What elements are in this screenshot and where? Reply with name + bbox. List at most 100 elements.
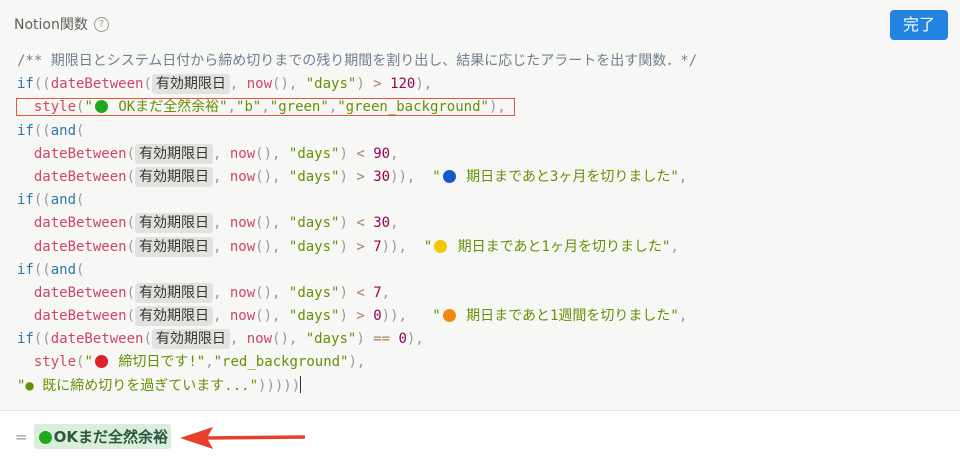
property-chip: 有効期限日 (151, 329, 230, 350)
code-punctuation: (( (33, 76, 51, 93)
code-line: dateBetween(有効期限日, now(), "days") < 90, (17, 143, 697, 166)
code-punctuation: (( (33, 261, 51, 278)
code-string: "● 既に締め切りを過ぎています..." (17, 377, 259, 394)
code-punctuation: , (213, 168, 230, 185)
code-punctuation: ( (143, 76, 152, 93)
code-punctuation: , (213, 145, 230, 162)
code-operator: > (356, 168, 365, 185)
code-line-content: if((and( (17, 262, 84, 278)
code-punctuation: , (213, 215, 230, 232)
code-string: "green_background" (337, 99, 489, 116)
editor-header: Notion関数 ? (14, 14, 109, 34)
code-punctuation: (( (33, 122, 51, 139)
code-string: "days" (288, 238, 340, 255)
code-punctuation (365, 285, 373, 301)
code-punctuation: (), (272, 76, 306, 93)
code-punctuation: , (328, 99, 338, 116)
code-operator: > (356, 238, 365, 255)
code-punctuation: , (381, 284, 391, 301)
code-line-content: style(" 締切日です!","red_background"), (17, 354, 365, 370)
code-punctuation: , (390, 215, 399, 232)
code-line: dateBetween(有効期限日, now(), "days") > 7)),… (17, 236, 697, 259)
code-punctuation: ) (356, 76, 374, 93)
formula-result: = OKまだ全然余裕 (15, 424, 171, 449)
code-function: now (229, 284, 256, 301)
code-function: dateBetween (33, 215, 127, 232)
code-string: OKまだ全然余裕" (109, 99, 228, 116)
code-keyword: and (50, 261, 77, 278)
code-punctuation: ( (143, 331, 152, 348)
code-function: dateBetween (50, 76, 144, 93)
code-line: if((and( (17, 259, 697, 282)
code-operator: < (356, 145, 365, 162)
code-punctuation (365, 146, 373, 162)
property-chip: 有効期限日 (135, 213, 214, 234)
editor-title: Notion関数 (14, 17, 88, 33)
highlight-box: style(" OKまだ全然余裕","b","green","green_bac… (15, 98, 516, 117)
code-string: "days" (305, 331, 357, 348)
code-line: dateBetween(有効期限日, now(), "days") < 30, (17, 212, 697, 235)
code-punctuation: ( (76, 122, 85, 139)
code-punctuation: ), (406, 331, 424, 348)
code-string: "red_background" (213, 354, 349, 371)
code-punctuation (365, 169, 373, 185)
code-number: 7 (373, 284, 382, 301)
code-comment: /** 期限日とシステム日付から締め切りまでの残り期間を割り出し、結果に応じたア… (17, 53, 698, 69)
code-function: now (229, 308, 256, 325)
code-keyword: and (50, 192, 77, 209)
code-punctuation: ), (488, 99, 506, 116)
code-punctuation: , (678, 308, 688, 325)
code-string: " (84, 354, 93, 371)
code-punctuation: ( (126, 145, 136, 162)
code-keyword: if (17, 331, 34, 348)
code-punctuation (17, 146, 34, 162)
code-operator: > (373, 76, 382, 93)
code-string: " (84, 99, 93, 116)
code-punctuation: , (670, 238, 679, 255)
code-string: " (432, 308, 441, 325)
formula-input[interactable]: /** 期限日とシステム日付から締め切りまでの残り期間を割り出し、結果に応じたア… (15, 50, 698, 398)
code-line: if((and( (17, 189, 697, 212)
code-punctuation (365, 215, 373, 231)
code-number: 0 (398, 331, 407, 348)
help-icon[interactable]: ? (93, 16, 109, 32)
code-string: 期日まであと3ヶ月を切りました" (457, 168, 679, 185)
code-punctuation (17, 308, 34, 324)
code-number: 120 (390, 76, 416, 93)
code-punctuation: ), (415, 76, 433, 93)
code-punctuation: ) (339, 145, 357, 162)
code-line-content: dateBetween(有効期限日, now(), "days") > 30))… (17, 166, 687, 187)
code-number: 0 (373, 308, 382, 325)
code-punctuation: ( (126, 308, 136, 325)
code-punctuation: ( (126, 284, 136, 301)
code-line: if((dateBetween(有効期限日, now(), "days") > … (17, 73, 697, 96)
code-line: dateBetween(有効期限日, now(), "days") > 30))… (17, 166, 697, 189)
code-punctuation (17, 169, 34, 185)
code-punctuation: )), (381, 308, 433, 325)
code-operator: < (356, 215, 365, 232)
code-number: 30 (373, 215, 391, 232)
code-punctuation: ) (339, 308, 357, 325)
code-function: dateBetween (33, 284, 127, 301)
code-punctuation (365, 239, 373, 255)
code-punctuation (17, 215, 34, 231)
code-string: "days" (288, 168, 340, 185)
code-punctuation (17, 239, 34, 255)
code-line-content: dateBetween(有効期限日, now(), "days") < 30, (17, 213, 399, 234)
code-number: 30 (373, 168, 391, 185)
code-keyword: if (17, 76, 34, 93)
property-chip: 有効期限日 (135, 236, 214, 257)
code-punctuation: ) (339, 215, 357, 232)
code-punctuation: , (213, 308, 230, 325)
code-function: now (229, 168, 256, 185)
code-function: now (229, 145, 256, 162)
code-line: dateBetween(有効期限日, now(), "days") > 0)),… (17, 305, 697, 328)
property-chip: 有効期限日 (135, 166, 214, 187)
code-punctuation: , (261, 99, 270, 116)
code-punctuation: ( (126, 215, 136, 232)
done-button[interactable]: 完了 (890, 10, 948, 40)
code-function: now (246, 76, 273, 93)
code-punctuation: , (229, 331, 247, 348)
code-line-content: dateBetween(有効期限日, now(), "days") > 7)),… (17, 236, 679, 257)
circle-emoji-icon (94, 355, 108, 369)
